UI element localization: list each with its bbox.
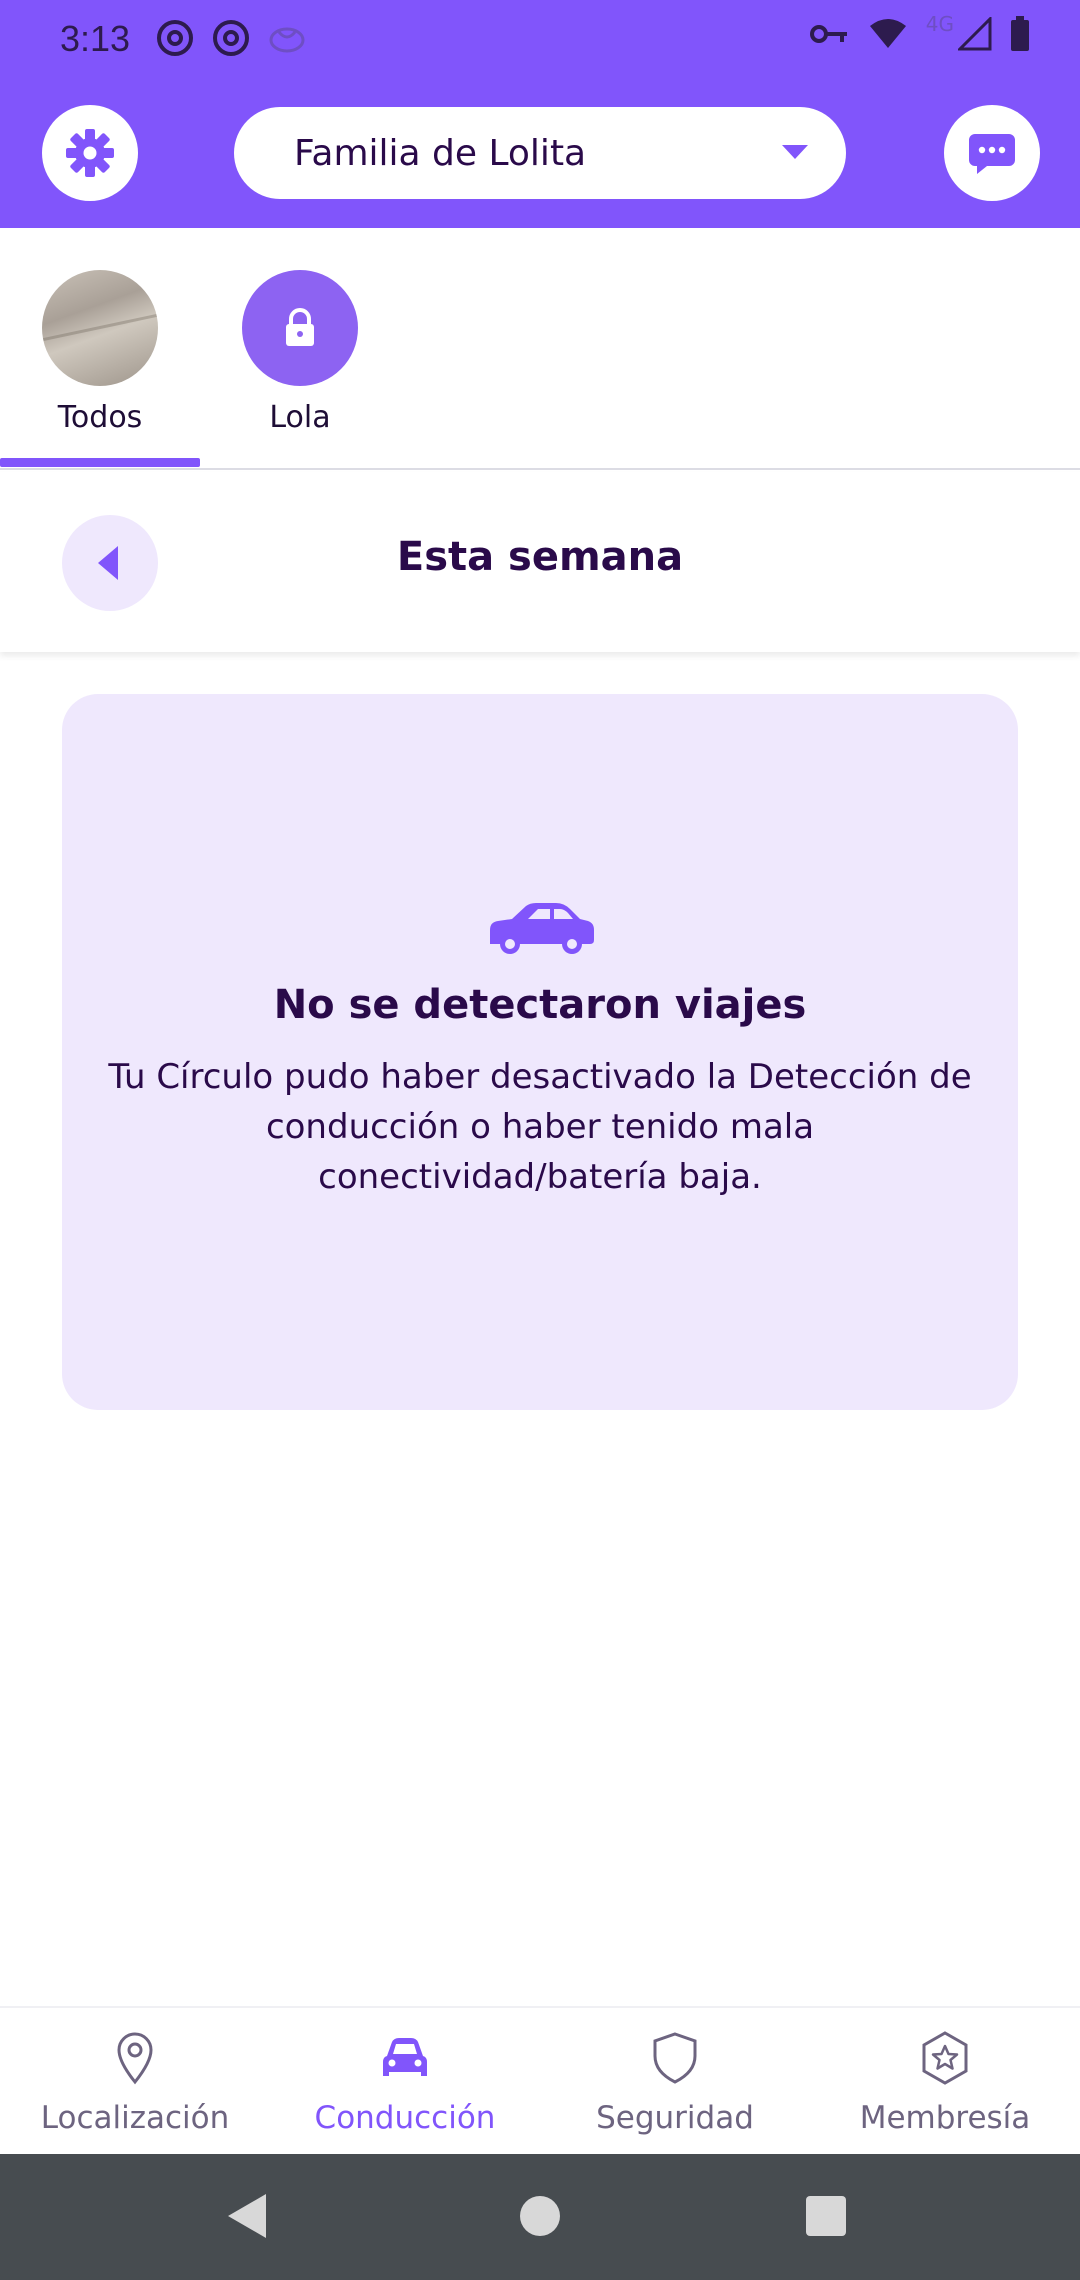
key-icon [809, 25, 847, 43]
signal-icon [958, 17, 992, 51]
week-title: Esta semana [396, 534, 684, 580]
car-icon [383, 2038, 427, 2076]
chat-bubble-icon [969, 134, 1015, 174]
wifi-icon [869, 19, 906, 48]
caret-down-icon [782, 145, 808, 159]
empty-state-card: No se detectaron viajes Tu Círculo pudo … [62, 694, 1018, 1410]
at-sign-icon [157, 20, 193, 56]
gear-icon [66, 129, 114, 177]
shield-icon [653, 2032, 697, 2084]
nav-label: Membresía [859, 2100, 1031, 2136]
status-notification-icons [155, 18, 307, 58]
member-tabs: Todos Lola [0, 228, 1080, 470]
nav-membresia[interactable]: Membresía [810, 2030, 1080, 2136]
network-4g-label: 4G [925, 12, 954, 36]
nav-label: Conducción [314, 2100, 496, 2136]
member-name: Lola [269, 400, 331, 435]
lock-icon [286, 308, 314, 346]
chat-button[interactable] [944, 105, 1040, 201]
status-system-icons: 4G [809, 12, 1030, 52]
app-bar: Familia de Lolita [0, 105, 1080, 205]
status-time: 3:13 [60, 18, 131, 59]
circle-selector-dropdown[interactable]: Familia de Lolita [234, 107, 846, 199]
system-recents-button[interactable] [806, 2196, 846, 2236]
avatar-lola [242, 270, 358, 386]
selected-tab-indicator [0, 458, 200, 467]
nav-label: Seguridad [596, 2100, 754, 2136]
location-pin-icon [117, 2032, 153, 2085]
at-sign-icon [213, 20, 249, 56]
nav-label: Localización [40, 2100, 230, 2136]
member-tab-todos[interactable]: Todos [0, 270, 200, 435]
status-bar: 3:13 4G [0, 0, 1080, 80]
empty-state-message: Tu Círculo pudo haber desactivado la Det… [108, 1057, 972, 1197]
nav-seguridad[interactable]: Seguridad [540, 2030, 810, 2136]
system-navigation-bar [0, 2154, 1080, 2280]
brain-icon [269, 27, 305, 53]
week-navigation: Esta semana [0, 472, 1080, 652]
circle-name: Familia de Lolita [294, 132, 587, 174]
nav-conduccion[interactable]: Conducción [270, 2030, 540, 2136]
member-name: Todos [57, 400, 143, 435]
bottom-navigation: Localización Conducción Seguridad Membre… [0, 2006, 1080, 2154]
header: 3:13 4G Familia de Lolita [0, 0, 1080, 228]
system-back-button[interactable] [228, 2194, 266, 2238]
star-badge-icon [922, 2031, 968, 2085]
car-icon [490, 903, 594, 954]
avatar-todos [42, 270, 158, 386]
system-home-button[interactable] [520, 2196, 560, 2236]
battery-icon [1011, 16, 1029, 51]
empty-state-title: No se detectaron viajes [273, 982, 807, 1028]
settings-button[interactable] [42, 105, 138, 201]
nav-localizacion[interactable]: Localización [0, 2030, 270, 2136]
member-tab-lola[interactable]: Lola [200, 270, 400, 435]
